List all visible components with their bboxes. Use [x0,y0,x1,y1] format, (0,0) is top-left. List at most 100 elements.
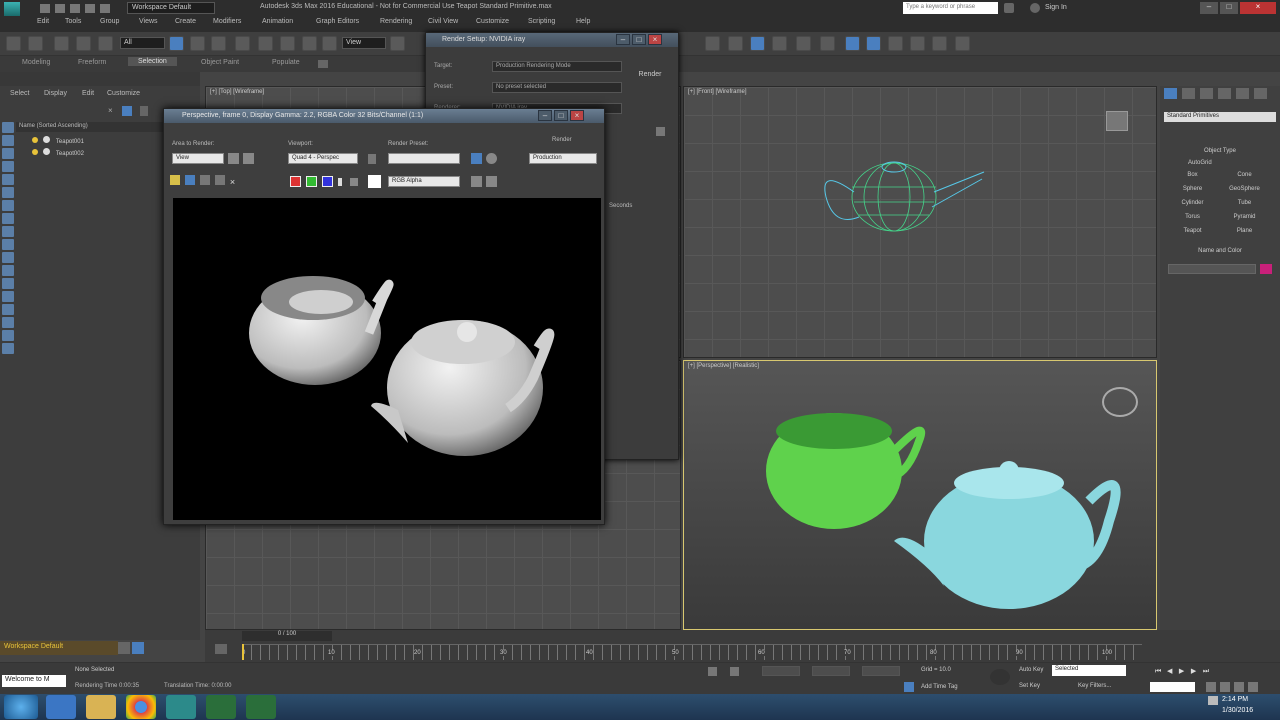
render-setup-icon[interactable] [471,153,482,164]
placement-icon[interactable] [322,36,337,51]
edit-region-icon[interactable] [228,153,239,164]
render-canvas[interactable] [173,198,601,520]
display-frozen-icon[interactable] [2,291,14,302]
grid-icon[interactable] [132,642,144,654]
menu-scripting[interactable]: Scripting [528,18,555,25]
lock-icon[interactable] [140,106,148,116]
maximize-viewport-icon[interactable] [1247,682,1258,692]
hierarchy-tab-icon[interactable] [1199,88,1213,99]
display-helpers-icon[interactable] [2,213,14,224]
toggle-ui-overlay-icon[interactable] [471,176,482,187]
display-bones-icon[interactable] [2,265,14,276]
render-preset-combo[interactable] [388,153,460,164]
name-color-rollout[interactable]: Name and Color [1166,248,1274,256]
chrome-icon[interactable] [126,695,156,719]
network-icon[interactable] [1208,696,1218,705]
select-object-icon[interactable] [169,36,184,51]
motion-tab-icon[interactable] [1217,88,1231,99]
toggle-ui-icon[interactable] [486,176,497,187]
light-bulb-icon[interactable] [32,149,38,155]
key-selection-combo[interactable]: Selected [1052,665,1126,676]
area-to-render-combo[interactable]: View [172,153,224,164]
clock-date[interactable]: 1/30/2016 [1222,707,1253,714]
move-icon[interactable] [258,36,273,51]
clock-time[interactable]: 2:14 PM [1222,696,1248,703]
invert-display-icon[interactable] [2,148,14,159]
viewport-perspective[interactable]: [+] [Perspective] [Realistic] [683,360,1157,630]
lock-selection-icon[interactable] [708,667,717,676]
schematic-view-icon[interactable] [820,36,835,51]
reference-coordinate-combo[interactable]: View [342,37,386,49]
category-combo[interactable]: Standard Primitives [1164,112,1276,122]
open-icon[interactable] [54,4,65,13]
display-hidden-icon[interactable] [2,304,14,315]
material-editor-icon[interactable] [845,36,860,51]
camtasia-recorder-icon[interactable] [246,695,276,719]
render-in-cloud-icon[interactable] [955,36,970,51]
save-icon[interactable] [69,4,80,13]
menu-edit[interactable]: Edit [37,18,49,25]
display-selected-icon[interactable] [2,330,14,341]
render-production-icon[interactable] [910,36,925,51]
previous-frame-icon[interactable]: ◀ [1167,667,1177,676]
display-containers-icon[interactable] [2,278,14,289]
display-all-children-icon[interactable] [2,317,14,328]
user-icon[interactable] [1030,3,1040,13]
display-tab-icon[interactable] [1235,88,1249,99]
box-button[interactable]: Box [1170,172,1215,182]
display-cameras-icon[interactable] [2,200,14,211]
maximize-button[interactable]: □ [1220,2,1238,14]
modify-tab-icon[interactable] [1181,88,1195,99]
undo-icon[interactable] [6,36,21,51]
sphere-button[interactable]: Sphere [1170,186,1215,196]
display-channel-combo[interactable]: RGB Alpha [388,176,460,187]
pan-icon[interactable] [1233,682,1244,692]
display-xrefs-icon[interactable] [2,252,14,263]
time-tag-icon[interactable] [904,682,914,692]
zoom-extents-icon[interactable] [1219,682,1230,692]
menu-help[interactable]: Help [576,18,590,25]
time-slider[interactable]: 0 / 100 [242,631,332,641]
select-by-name-icon[interactable] [190,36,205,51]
y-coordinate-field[interactable] [812,666,850,676]
green-channel-icon[interactable] [306,176,317,187]
link-icon[interactable] [54,36,69,51]
menu-modifiers[interactable]: Modifiers [213,18,241,25]
clear-icon[interactable]: × [230,178,240,188]
undo-icon[interactable] [84,4,95,13]
autogrid-checkbox[interactable]: AutoGrid [1188,160,1212,166]
go-to-end-icon[interactable]: ⏭ [1203,668,1213,677]
cylinder-button[interactable]: Cylinder [1170,200,1215,210]
alpha-channel-icon[interactable] [338,178,342,186]
menu-views[interactable]: Views [139,18,158,25]
window-crossing-icon[interactable] [235,36,250,51]
render-mode-combo[interactable]: Production [529,153,597,164]
go-to-start-icon[interactable]: ⏮ [1155,668,1165,677]
pyramid-button[interactable]: Pyramid [1222,214,1267,224]
time-cursor[interactable] [242,644,244,660]
clone-frame-icon[interactable] [199,175,210,185]
viewport-label[interactable]: [+] [Top] [Wireframe] [210,89,264,95]
unlink-icon[interactable] [76,36,91,51]
tab-selection[interactable]: Selection [128,57,177,66]
display-shapes-icon[interactable] [2,174,14,185]
close-button[interactable]: × [648,34,662,45]
tab-freeform[interactable]: Freeform [78,59,106,66]
absolute-mode-icon[interactable] [730,667,739,676]
align-icon[interactable] [750,36,765,51]
display-none-icon[interactable] [2,122,14,133]
display-geometry-icon[interactable] [2,161,14,172]
menu-create[interactable]: Create [175,18,196,25]
maxscript-listener-input[interactable]: Welcome to M [2,675,66,687]
light-bulb-icon[interactable] [32,137,38,143]
add-time-tag[interactable]: Add Time Tag [921,684,958,690]
set-key-button[interactable]: Set Key [1019,683,1040,689]
filter-icon[interactable] [122,106,132,116]
auto-key-button[interactable]: Auto Key [1019,667,1043,673]
timeline-ruler[interactable]: 0 10 20 30 40 50 60 70 80 90 100 [242,644,1142,660]
selection-region-icon[interactable] [211,36,226,51]
new-icon[interactable] [40,4,50,13]
z-coordinate-field[interactable] [862,666,900,676]
auto-region-icon[interactable] [243,153,254,164]
search-icon[interactable] [1004,3,1014,13]
